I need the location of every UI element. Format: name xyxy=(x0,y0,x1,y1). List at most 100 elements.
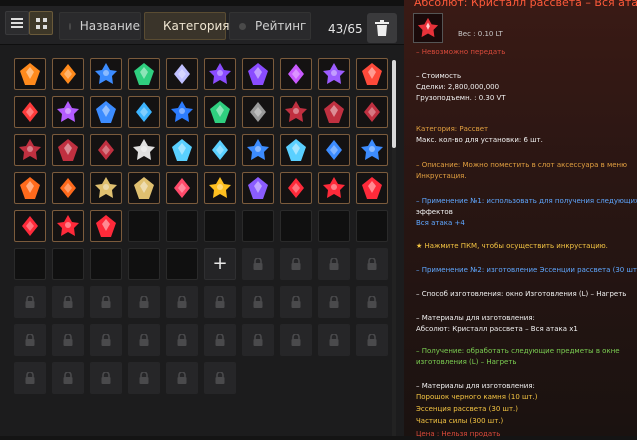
gem-icon xyxy=(288,178,304,198)
inventory-slot-filled[interactable] xyxy=(14,210,46,242)
gem-icon xyxy=(22,216,38,236)
inventory-slot-filled[interactable] xyxy=(14,58,46,90)
gem-icon xyxy=(134,177,154,199)
inventory-slot-filled[interactable] xyxy=(90,210,122,242)
tooltip-line: Грузоподъемн. : 0.30 VT xyxy=(416,94,506,102)
inventory-slot-filled[interactable] xyxy=(128,172,160,204)
gem-icon xyxy=(209,177,231,198)
gem-icon xyxy=(323,177,345,198)
inventory-slot-locked xyxy=(242,248,274,280)
sort-by-category-button[interactable]: Категория xyxy=(144,12,230,40)
inventory-slot-filled[interactable] xyxy=(318,96,350,128)
inventory-slot-filled[interactable] xyxy=(52,210,84,242)
inventory-slot-filled[interactable] xyxy=(204,58,236,90)
lock-icon xyxy=(367,296,377,308)
sort-by-rating-button[interactable]: Рейтинг xyxy=(229,12,311,40)
inventory-slot-locked xyxy=(356,286,388,318)
inventory-slot-empty[interactable] xyxy=(14,248,46,280)
inventory-slot-empty[interactable] xyxy=(52,248,84,280)
inventory-slot-filled[interactable] xyxy=(280,134,312,166)
inventory-slot-empty[interactable] xyxy=(166,210,198,242)
inventory-slot-filled[interactable] xyxy=(128,134,160,166)
tooltip-line: Вся атака +4 xyxy=(416,219,465,227)
inventory-slot-filled[interactable] xyxy=(14,134,46,166)
inventory-slot-filled[interactable] xyxy=(14,96,46,128)
inventory-slot-filled[interactable] xyxy=(166,58,198,90)
lock-icon xyxy=(215,296,225,308)
inventory-slot-filled[interactable] xyxy=(318,172,350,204)
tooltip-line: – Способ изготовления: окно Изготовления… xyxy=(416,290,627,298)
inventory-slot-filled[interactable] xyxy=(52,58,84,90)
gem-icon xyxy=(362,177,382,199)
inventory-slot-filled[interactable] xyxy=(242,134,274,166)
inventory-slot-empty[interactable] xyxy=(128,248,160,280)
gem-icon xyxy=(171,101,193,122)
inventory-slot-empty[interactable] xyxy=(128,210,160,242)
inventory-slot-filled[interactable] xyxy=(280,172,312,204)
inventory-slot-filled[interactable] xyxy=(318,58,350,90)
inventory-slot-locked xyxy=(52,286,84,318)
radio-icon xyxy=(239,22,246,30)
inventory-slot-empty[interactable] xyxy=(242,210,274,242)
gem-icon xyxy=(247,139,269,160)
slot-count: 43/65 xyxy=(328,22,363,36)
list-view-button[interactable] xyxy=(5,11,29,35)
inventory-slot-filled[interactable] xyxy=(242,96,274,128)
inventory-slot-empty[interactable] xyxy=(318,210,350,242)
inventory-slot-filled[interactable] xyxy=(166,134,198,166)
inventory-slot-locked xyxy=(166,324,198,356)
gem-icon xyxy=(248,177,268,199)
inventory-slot-locked xyxy=(14,324,46,356)
inventory-slot-empty[interactable] xyxy=(166,248,198,280)
inventory-slot-empty[interactable] xyxy=(280,210,312,242)
gem-icon xyxy=(22,102,38,122)
inventory-slot-locked xyxy=(128,324,160,356)
inventory-slot-filled[interactable] xyxy=(14,172,46,204)
gem-icon xyxy=(323,63,345,84)
tooltip-line: Макс. кол-во для установки: 6 шт. xyxy=(416,136,543,144)
tooltip-line: ★ Нажмите ПКМ, чтобы осуществить инкруст… xyxy=(416,242,608,250)
grid-view-button[interactable] xyxy=(29,11,53,35)
inventory-slot-filled[interactable] xyxy=(280,96,312,128)
inventory-slot-filled[interactable] xyxy=(90,172,122,204)
lock-icon xyxy=(291,334,301,346)
inventory-slot-filled[interactable] xyxy=(166,96,198,128)
inventory-slot-filled[interactable] xyxy=(242,172,274,204)
inventory-slot-filled[interactable] xyxy=(242,58,274,90)
inventory-slot-locked xyxy=(242,324,274,356)
expand-inventory-button[interactable]: + xyxy=(204,248,236,280)
inventory-slot-filled[interactable] xyxy=(204,96,236,128)
inventory-slot-locked xyxy=(128,362,160,394)
lock-icon xyxy=(329,334,339,346)
inventory-slot-filled[interactable] xyxy=(280,58,312,90)
sort-by-name-button[interactable]: Название xyxy=(59,12,141,40)
inventory-slot-filled[interactable] xyxy=(128,58,160,90)
inventory-slot-filled[interactable] xyxy=(90,96,122,128)
inventory-slot-filled[interactable] xyxy=(52,96,84,128)
inventory-slot-filled[interactable] xyxy=(90,58,122,90)
inventory-slot-filled[interactable] xyxy=(356,134,388,166)
inventory-slot-empty[interactable] xyxy=(204,210,236,242)
gem-icon xyxy=(20,63,40,85)
inventory-slot-filled[interactable] xyxy=(52,172,84,204)
lock-icon xyxy=(291,296,301,308)
inventory-slot-filled[interactable] xyxy=(166,172,198,204)
inventory-panel: Название Категория Рейтинг 43/65 + xyxy=(0,0,404,436)
tooltip-line: Частица силы (300 шт.) xyxy=(416,417,504,425)
inventory-slot-locked xyxy=(166,362,198,394)
scrollbar-thumb[interactable] xyxy=(392,60,396,148)
inventory-slot-empty[interactable] xyxy=(356,210,388,242)
lock-icon xyxy=(63,334,73,346)
inventory-slot-filled[interactable] xyxy=(356,58,388,90)
inventory-slot-filled[interactable] xyxy=(90,134,122,166)
inventory-slot-filled[interactable] xyxy=(318,134,350,166)
inventory-slot-filled[interactable] xyxy=(52,134,84,166)
inventory-slot-filled[interactable] xyxy=(204,134,236,166)
trash-button[interactable] xyxy=(367,13,397,43)
inventory-slot-filled[interactable] xyxy=(356,96,388,128)
inventory-slot-filled[interactable] xyxy=(204,172,236,204)
inventory-slot-empty[interactable] xyxy=(90,248,122,280)
inventory-slot-filled[interactable] xyxy=(356,172,388,204)
inventory-slot-locked xyxy=(280,324,312,356)
inventory-slot-filled[interactable] xyxy=(128,96,160,128)
